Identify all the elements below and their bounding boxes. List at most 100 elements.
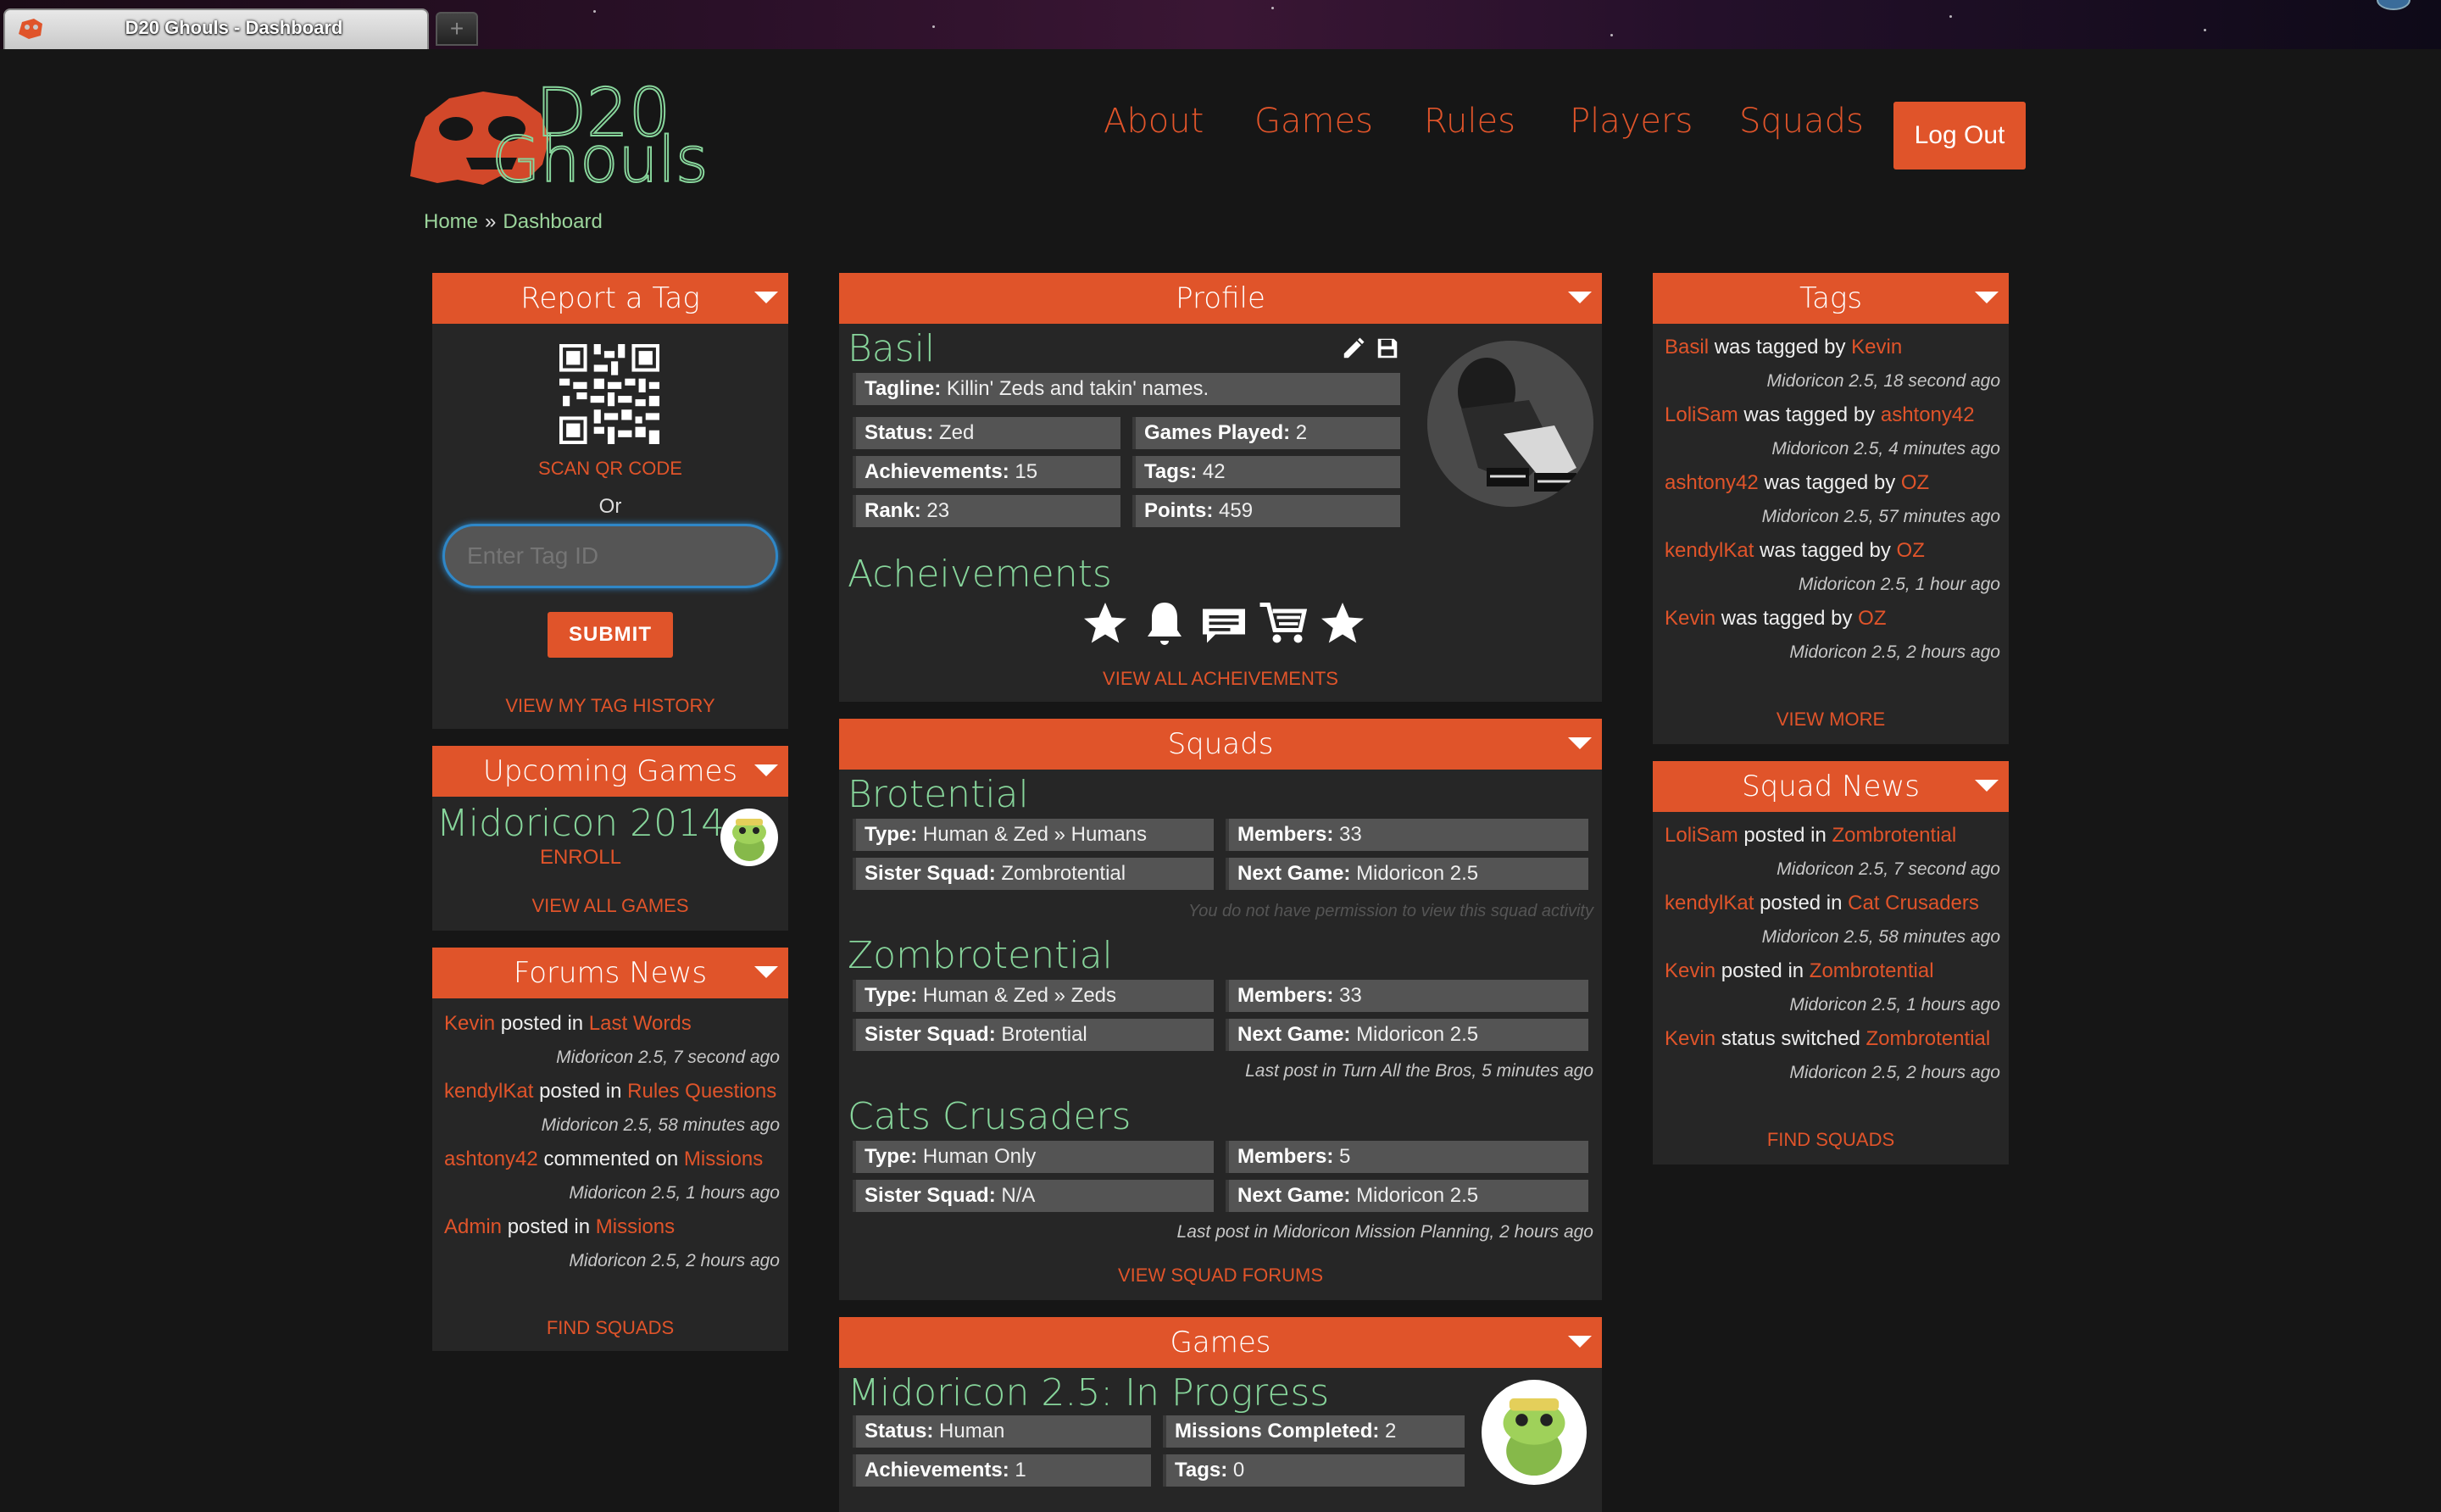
view-squad-forums-link[interactable]: VIEW SQUAD FORUMS: [839, 1265, 1602, 1287]
scan-qr-link[interactable]: SCAN QR CODE: [432, 458, 788, 480]
squad-name[interactable]: Cats Crusaders: [848, 1095, 1131, 1138]
upcoming-games-header[interactable]: Upcoming Games: [432, 746, 788, 797]
nav-players[interactable]: Players: [1570, 102, 1693, 141]
site-logo[interactable]: D20 Ghouls: [407, 58, 720, 197]
news-action: posted in: [1743, 824, 1827, 847]
tagger-user-link[interactable]: OZ: [1897, 539, 1925, 562]
news-user-link[interactable]: kendylKat: [1665, 892, 1754, 914]
tagger-user-link[interactable]: ashtony42: [1881, 403, 1975, 426]
collapse-caret-icon[interactable]: [1568, 292, 1592, 303]
field-value: Midoricon 2.5: [1356, 1023, 1479, 1046]
forums-find-squads-link[interactable]: FIND SQUADS: [432, 1317, 788, 1339]
tagger-user-link[interactable]: OZ: [1858, 607, 1886, 630]
field-label: Status:: [865, 1420, 934, 1443]
save-icon[interactable]: [1375, 336, 1400, 361]
squad-name[interactable]: Zombrotential: [848, 934, 1113, 977]
bell-icon[interactable]: [1139, 598, 1190, 649]
tagged-user-link[interactable]: LoliSam: [1665, 403, 1738, 426]
field-value: Zombrotential: [1001, 862, 1126, 885]
report-tag-panel: Report a Tag SCAN QR CODE Or SUBMIT VIEW…: [432, 273, 788, 729]
breadcrumb-current[interactable]: Dashboard: [503, 210, 602, 233]
squad-news-header[interactable]: Squad News: [1653, 761, 2009, 812]
collapse-caret-icon[interactable]: [754, 966, 778, 978]
news-user-link[interactable]: Kevin: [1665, 1027, 1715, 1050]
svg-text:Ghouls: Ghouls: [492, 124, 709, 185]
field-label: Members:: [1237, 823, 1334, 846]
collapse-caret-icon[interactable]: [754, 292, 778, 303]
forum-user-link[interactable]: Kevin: [444, 1012, 495, 1035]
forum-user-link[interactable]: Admin: [444, 1215, 502, 1238]
star-icon[interactable]: [1080, 598, 1131, 649]
forum-target-link[interactable]: Missions: [596, 1215, 675, 1238]
squads-header[interactable]: Squads: [839, 719, 1602, 770]
forum-target-link[interactable]: Last Words: [589, 1012, 692, 1035]
squad-type-field: Type: Human & Zed » Humans: [853, 819, 1214, 851]
nav-about[interactable]: About: [1104, 102, 1204, 141]
news-target-link[interactable]: Cat Crusaders: [1848, 892, 1979, 914]
tags-title: Tags: [1799, 281, 1863, 315]
forum-user-link[interactable]: kendylKat: [444, 1080, 533, 1103]
tagged-user-link[interactable]: ashtony42: [1665, 471, 1759, 494]
new-tab-button[interactable]: +: [436, 12, 478, 46]
tagger-user-link[interactable]: OZ: [1901, 471, 1929, 494]
tagged-user-link[interactable]: kendylKat: [1665, 539, 1754, 562]
rank-field: Rank: 23: [853, 495, 1120, 527]
breadcrumb-home[interactable]: Home: [424, 210, 478, 233]
edit-icon[interactable]: [1341, 336, 1366, 361]
star-dot: [593, 10, 596, 13]
squad-sister-field: Sister Squad: Zombrotential: [853, 858, 1214, 890]
nav-games[interactable]: Games: [1254, 102, 1373, 141]
qr-code-icon[interactable]: [559, 344, 659, 444]
news-user-link[interactable]: LoliSam: [1665, 824, 1738, 847]
news-target-link[interactable]: Zombrotential: [1866, 1027, 1990, 1050]
view-all-games-link[interactable]: VIEW ALL GAMES: [432, 895, 788, 917]
squad-news-item: Kevin status switched Zombrotential: [1665, 1027, 2000, 1051]
squad-news-meta: Midoricon 2.5, 2 hours ago: [1789, 1063, 2000, 1082]
report-tag-header[interactable]: Report a Tag: [432, 273, 788, 324]
field-value: 23: [926, 499, 950, 522]
logout-button[interactable]: Log Out: [1893, 102, 2026, 170]
profile-header[interactable]: Profile: [839, 273, 1602, 324]
tags-header[interactable]: Tags: [1653, 273, 2009, 324]
status-field: Status: Zed: [853, 417, 1120, 449]
star-icon[interactable]: [1317, 598, 1368, 649]
profile-avatar[interactable]: [1427, 341, 1593, 507]
tagger-user-link[interactable]: Kevin: [1851, 336, 1902, 359]
nav-squads[interactable]: Squads: [1739, 102, 1864, 141]
field-label: Sister Squad:: [865, 1184, 996, 1207]
submit-button[interactable]: SUBMIT: [548, 612, 673, 658]
tagged-user-link[interactable]: Kevin: [1665, 607, 1715, 630]
forum-target-link[interactable]: Rules Questions: [627, 1080, 776, 1103]
view-more-tags-link[interactable]: VIEW MORE: [1653, 709, 2009, 731]
browser-tab[interactable]: D20 Ghouls - Dashboard: [3, 8, 429, 49]
forum-user-link[interactable]: ashtony42: [444, 1148, 538, 1170]
achievements-heading: Acheivements: [848, 553, 1112, 596]
view-tag-history-link[interactable]: VIEW MY TAG HISTORY: [432, 695, 788, 717]
enroll-link[interactable]: ENROLL: [432, 846, 729, 870]
collapse-caret-icon[interactable]: [1975, 292, 1999, 303]
tagged-user-link[interactable]: Basil: [1665, 336, 1709, 359]
news-user-link[interactable]: Kevin: [1665, 959, 1715, 982]
news-action: status switched: [1721, 1027, 1860, 1050]
squad-news-find-squads-link[interactable]: FIND SQUADS: [1653, 1129, 2009, 1151]
forums-news-header[interactable]: Forums News: [432, 948, 788, 998]
collapse-caret-icon[interactable]: [1568, 737, 1592, 749]
collapse-caret-icon[interactable]: [754, 764, 778, 776]
achievements-field: Achievements: 15: [853, 456, 1120, 488]
cart-icon[interactable]: [1258, 598, 1309, 649]
upcoming-game-name[interactable]: Midoricon 2014: [432, 802, 729, 845]
tag-id-input[interactable]: [442, 524, 778, 588]
forum-target-link[interactable]: Missions: [684, 1148, 763, 1170]
news-target-link[interactable]: Zombrotential: [1810, 959, 1934, 982]
view-all-achievements-link[interactable]: VIEW ALL ACHEIVEMENTS: [839, 668, 1602, 690]
collapse-caret-icon[interactable]: [1568, 1336, 1592, 1348]
squad-members-field: Members: 33: [1226, 980, 1588, 1012]
collapse-caret-icon[interactable]: [1975, 780, 1999, 792]
nav-rules[interactable]: Rules: [1424, 102, 1515, 141]
games-header[interactable]: Games: [839, 1317, 1602, 1368]
message-icon[interactable]: [1198, 598, 1249, 649]
news-target-link[interactable]: Zombrotential: [1832, 824, 1956, 847]
current-game-name[interactable]: Midoricon 2.5: In Progress: [848, 1371, 1329, 1415]
field-label: Missions Completed:: [1175, 1420, 1380, 1443]
squad-name[interactable]: Brotential: [848, 773, 1029, 816]
